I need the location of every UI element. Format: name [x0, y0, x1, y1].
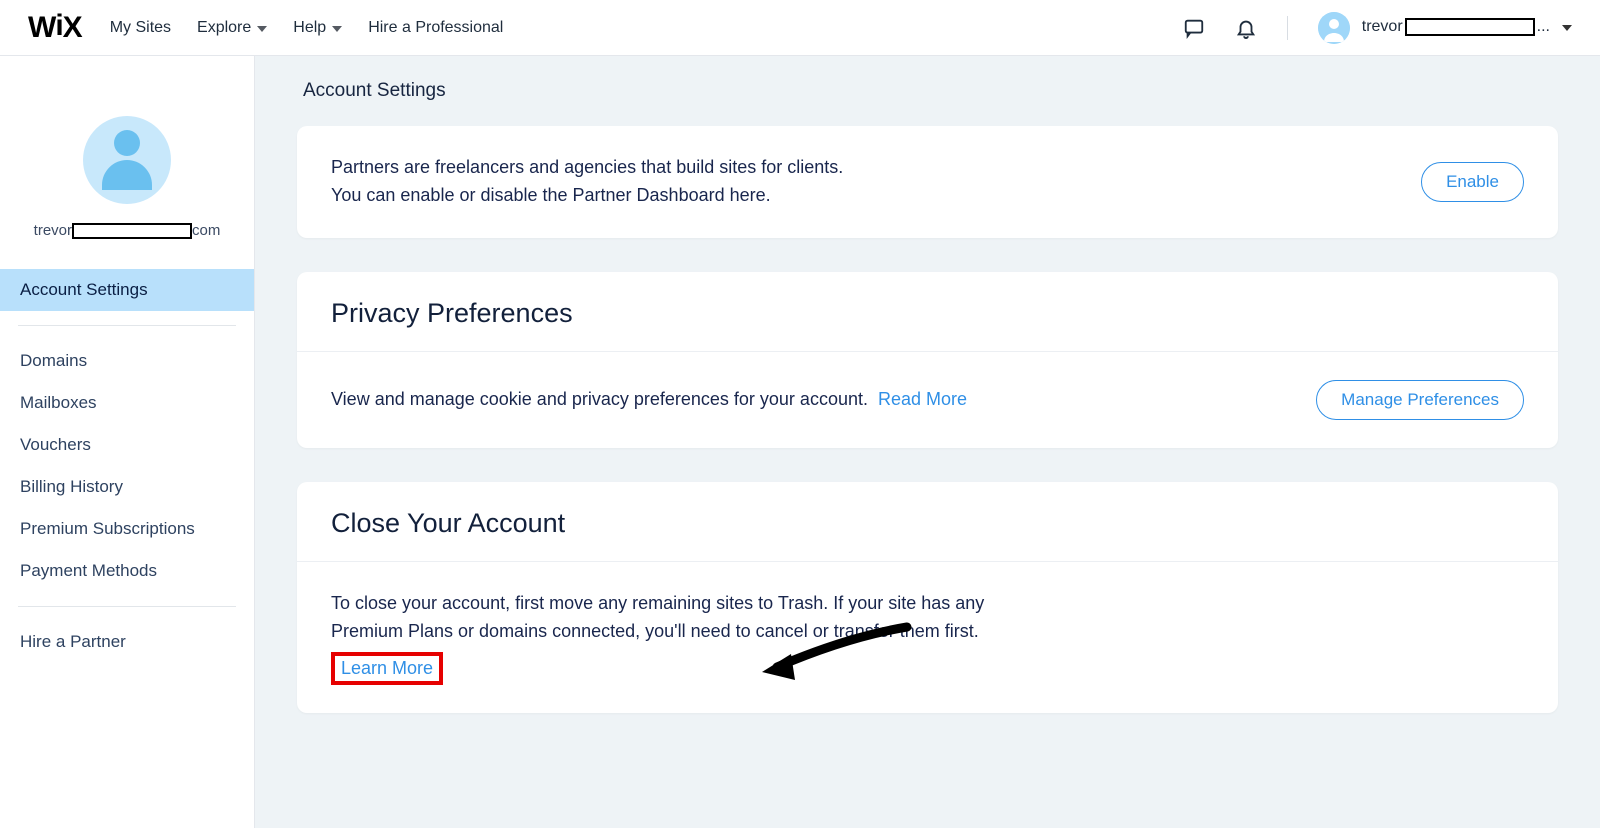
sidebar-item-mailboxes[interactable]: Mailboxes: [0, 382, 254, 424]
sidebar-item-label: Premium Subscriptions: [20, 519, 195, 538]
chevron-down-icon: [1562, 25, 1572, 31]
sidebar: trevorcom Account Settings Domains Mailb…: [0, 56, 255, 828]
sidebar-item-billing-history[interactable]: Billing History: [0, 466, 254, 508]
nav-label: My Sites: [110, 19, 171, 37]
sidebar-item-account-settings[interactable]: Account Settings: [0, 269, 254, 311]
sidebar-item-label: Domains: [20, 351, 87, 370]
bell-icon[interactable]: [1235, 17, 1257, 39]
divider: [18, 606, 236, 607]
topbar: WiX My Sites Explore Help Hire a Profess…: [0, 0, 1600, 56]
sidebar-item-premium-subscriptions[interactable]: Premium Subscriptions: [0, 508, 254, 550]
nav-my-sites[interactable]: My Sites: [110, 19, 171, 37]
wix-logo[interactable]: WiX: [28, 11, 82, 45]
divider: [18, 325, 236, 326]
partner-card-text: Partners are freelancers and agencies th…: [331, 154, 1397, 210]
sidebar-item-vouchers[interactable]: Vouchers: [0, 424, 254, 466]
shell: trevorcom Account Settings Domains Mailb…: [0, 56, 1600, 828]
divider: [1287, 16, 1288, 40]
manage-preferences-button[interactable]: Manage Preferences: [1316, 380, 1524, 420]
close-card-text: To close your account, first move any re…: [331, 590, 1031, 646]
sidebar-email: trevorcom: [34, 222, 221, 239]
privacy-card-text: View and manage cookie and privacy prefe…: [331, 386, 1292, 414]
partner-dashboard-card: Partners are freelancers and agencies th…: [297, 126, 1558, 238]
nav-label: Explore: [197, 19, 251, 37]
avatar-large-icon: [83, 116, 171, 204]
chat-icon[interactable]: [1183, 17, 1205, 39]
avatar-icon: [1318, 12, 1350, 44]
sidebar-item-label: Hire a Partner: [20, 632, 126, 651]
user-menu[interactable]: trevor...: [1318, 12, 1572, 44]
sidebar-item-label: Billing History: [20, 477, 123, 496]
page-header: Account Settings: [255, 56, 1600, 126]
sidebar-item-payment-methods[interactable]: Payment Methods: [0, 550, 254, 592]
close-account-card: Close Your Account To close your account…: [297, 482, 1558, 713]
sidebar-item-label: Account Settings: [20, 280, 148, 299]
learn-more-highlight: Learn More: [331, 652, 443, 685]
redacted-box: [72, 223, 192, 239]
nav-hire-professional[interactable]: Hire a Professional: [368, 19, 503, 37]
content: Partners are freelancers and agencies th…: [255, 126, 1600, 828]
redacted-box: [1405, 18, 1535, 36]
page-title: Account Settings: [303, 80, 1552, 102]
nav-explore[interactable]: Explore: [197, 19, 267, 37]
user-name: trevor...: [1362, 18, 1550, 36]
privacy-preferences-card: Privacy Preferences View and manage cook…: [297, 272, 1558, 448]
sidebar-profile: trevorcom: [0, 116, 254, 239]
chevron-down-icon: [332, 26, 342, 32]
read-more-link[interactable]: Read More: [878, 389, 967, 409]
nav-help[interactable]: Help: [293, 19, 342, 37]
card-title: Privacy Preferences: [297, 272, 1558, 351]
sidebar-item-label: Vouchers: [20, 435, 91, 454]
top-nav: My Sites Explore Help Hire a Professiona…: [110, 19, 504, 37]
nav-label: Hire a Professional: [368, 19, 503, 37]
main: Account Settings Partners are freelancer…: [255, 56, 1600, 828]
enable-button[interactable]: Enable: [1421, 162, 1524, 202]
sidebar-item-label: Payment Methods: [20, 561, 157, 580]
sidebar-item-domains[interactable]: Domains: [0, 340, 254, 382]
chevron-down-icon: [257, 26, 267, 32]
topbar-right: trevor...: [1183, 12, 1572, 44]
learn-more-link[interactable]: Learn More: [341, 658, 433, 678]
card-title: Close Your Account: [297, 482, 1558, 561]
sidebar-nav: Account Settings Domains Mailboxes Vouch…: [0, 269, 254, 663]
nav-label: Help: [293, 19, 326, 37]
sidebar-item-hire-partner[interactable]: Hire a Partner: [0, 621, 254, 663]
sidebar-item-label: Mailboxes: [20, 393, 97, 412]
